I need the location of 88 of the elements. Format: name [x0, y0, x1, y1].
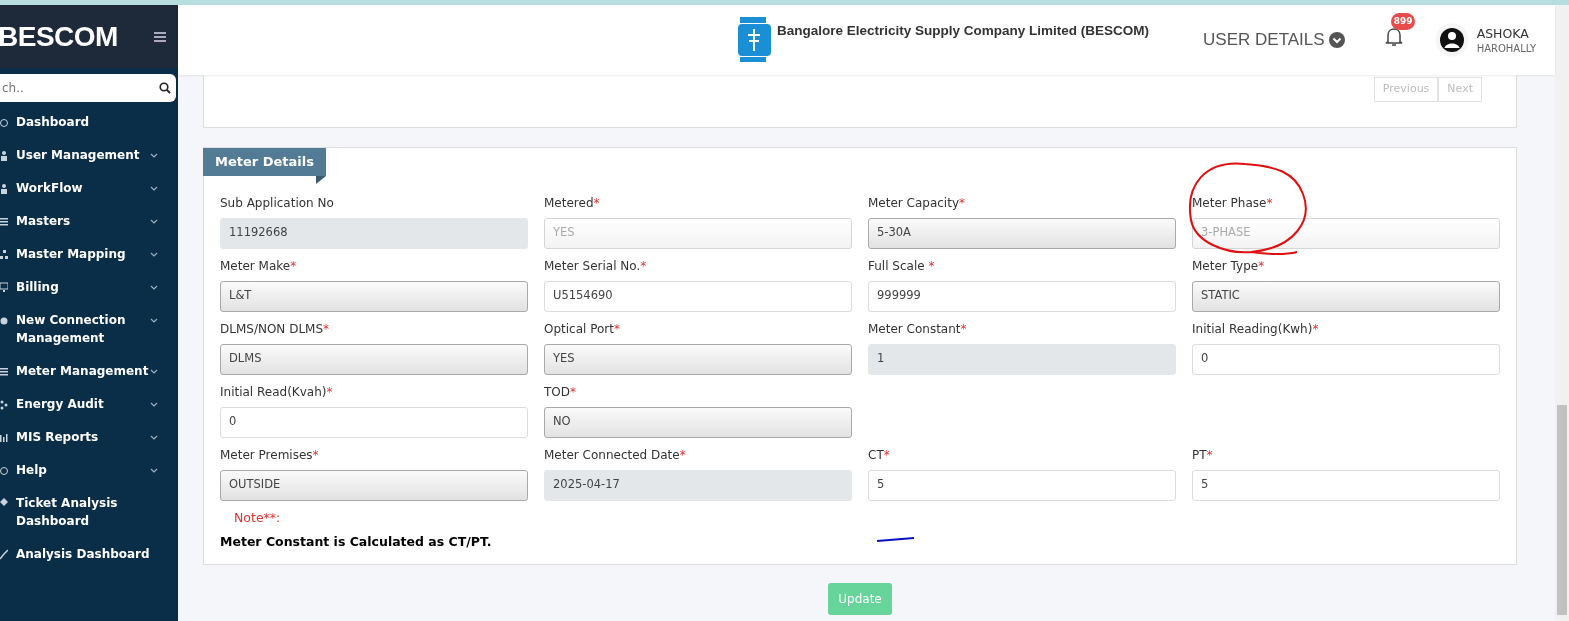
gauge-icon [0, 465, 8, 476]
field-label: Meter Constant* [868, 320, 968, 338]
field-label: Initial Reading(Kwh)* [1192, 320, 1320, 338]
input-field[interactable]: 5 [1192, 469, 1500, 501]
select-field[interactable]: STATIC [1192, 280, 1500, 312]
tag-icon [0, 498, 8, 509]
chevron-circle-icon [1328, 32, 1345, 48]
monitor-icon [0, 282, 8, 293]
select-field[interactable]: DLMS [220, 343, 528, 375]
sidebar-item[interactable]: Masters [0, 205, 178, 238]
sidebar-item[interactable]: Master Mapping [0, 238, 178, 271]
list-icon [0, 216, 8, 227]
chevron-down-icon [150, 186, 158, 192]
select-field[interactable]: L&T [220, 280, 528, 312]
notification-badge: 899 [1390, 12, 1416, 30]
user-icon [0, 150, 8, 161]
pen-stroke [876, 535, 916, 543]
sidebar-item[interactable]: Billing [0, 271, 178, 304]
chevron-down-icon [150, 435, 158, 441]
input-field[interactable]: 999999 [868, 280, 1176, 312]
select-field[interactable]: 5-30A [868, 217, 1176, 249]
input-field[interactable]: 0 [1192, 343, 1500, 375]
chevron-down-icon [150, 252, 158, 258]
field-label: Meter Type* [1192, 257, 1266, 275]
chevron-down-icon [150, 153, 158, 159]
input-field[interactable]: U5154690 [544, 280, 852, 312]
select-field[interactable]: NO [544, 406, 852, 438]
share-icon [0, 399, 8, 410]
sidebar-item[interactable]: Meter Management [0, 355, 178, 388]
company-name: Bangalore Electricity Supply Company Limited (BESCOM) [777, 21, 1150, 40]
field-label: Meter Connected Date* [544, 446, 687, 464]
sidebar-item[interactable]: WorkFlow [0, 172, 178, 205]
gauge-icon [0, 117, 8, 128]
sidebar-item[interactable]: Ticket Analysis Dashboard [0, 487, 178, 538]
sidebar-item[interactable]: MIS Reports [0, 421, 178, 454]
chevron-down-icon [150, 318, 158, 324]
select-field[interactable]: OUTSIDE [220, 469, 528, 501]
sitemap-icon [0, 249, 8, 260]
field-label: CT* [868, 446, 891, 464]
field-label: Meter Serial No.* [544, 257, 648, 275]
sidebar-item[interactable]: Help [0, 454, 178, 487]
input-field: 2025-04-17 [544, 469, 852, 501]
trend-line-icon [0, 549, 8, 560]
chevron-down-icon [150, 402, 158, 408]
note-text: Meter Constant is Calculated as CT/PT. [220, 533, 492, 552]
field-label: Meter Premises* [220, 446, 320, 464]
field-label: DLMS/NON DLMS* [220, 320, 331, 338]
chevron-down-icon [150, 369, 158, 375]
user-name: ASHOKA [1476, 26, 1530, 41]
input-field: 11192668 [220, 217, 528, 249]
search-icon [159, 82, 171, 94]
field-label: Full Scale * [868, 257, 936, 275]
company-logo [738, 17, 771, 63]
field-label: Meter Make* [220, 257, 298, 275]
user-location: HAROHALLY [1476, 42, 1537, 56]
field-label: Sub Application No [220, 194, 335, 212]
field-label: Optical Port* [544, 320, 621, 338]
note-label: Note**: [234, 508, 282, 527]
menu-icon[interactable] [154, 31, 166, 42]
bar-chart-icon [0, 432, 8, 443]
brand-logo-text: BESCOM [0, 19, 118, 54]
sidebar-item[interactable]: User Management [0, 139, 178, 172]
field-label: TOD* [544, 383, 577, 401]
input-field[interactable]: 5 [868, 469, 1176, 501]
bell-icon[interactable] [1384, 26, 1403, 47]
user-icon [0, 183, 8, 194]
user-details-dropdown[interactable]: USER DETAILS [1203, 27, 1345, 53]
sidebar-item[interactable]: Analysis Dashboard [0, 538, 178, 571]
field-label: Initial Read(Kvah)* [220, 383, 334, 401]
field-label: Metered* [544, 194, 601, 212]
list-icon [0, 366, 8, 377]
sidebar-item[interactable]: Dashboard [0, 106, 178, 139]
scrollbar-thumb[interactable] [1557, 405, 1567, 615]
input-field: 1 [868, 343, 1176, 375]
field-label: Meter Capacity* [868, 194, 966, 212]
sidebar-item[interactable]: Energy Audit [0, 388, 178, 421]
input-field[interactable]: 0 [220, 406, 528, 438]
chevron-down-icon [150, 219, 158, 225]
circle-icon [0, 315, 8, 326]
select-field[interactable]: YES [544, 343, 852, 375]
sidebar-item[interactable]: New Connection Management [0, 304, 178, 355]
avatar-icon [1434, 23, 1469, 57]
field-label: PT* [1192, 446, 1214, 464]
tab-fold [315, 175, 326, 184]
chevron-down-icon [150, 468, 158, 474]
field-label: Meter Phase* [1192, 194, 1274, 212]
chevron-down-icon [150, 285, 158, 291]
search-field[interactable]: ch.. [0, 74, 176, 102]
